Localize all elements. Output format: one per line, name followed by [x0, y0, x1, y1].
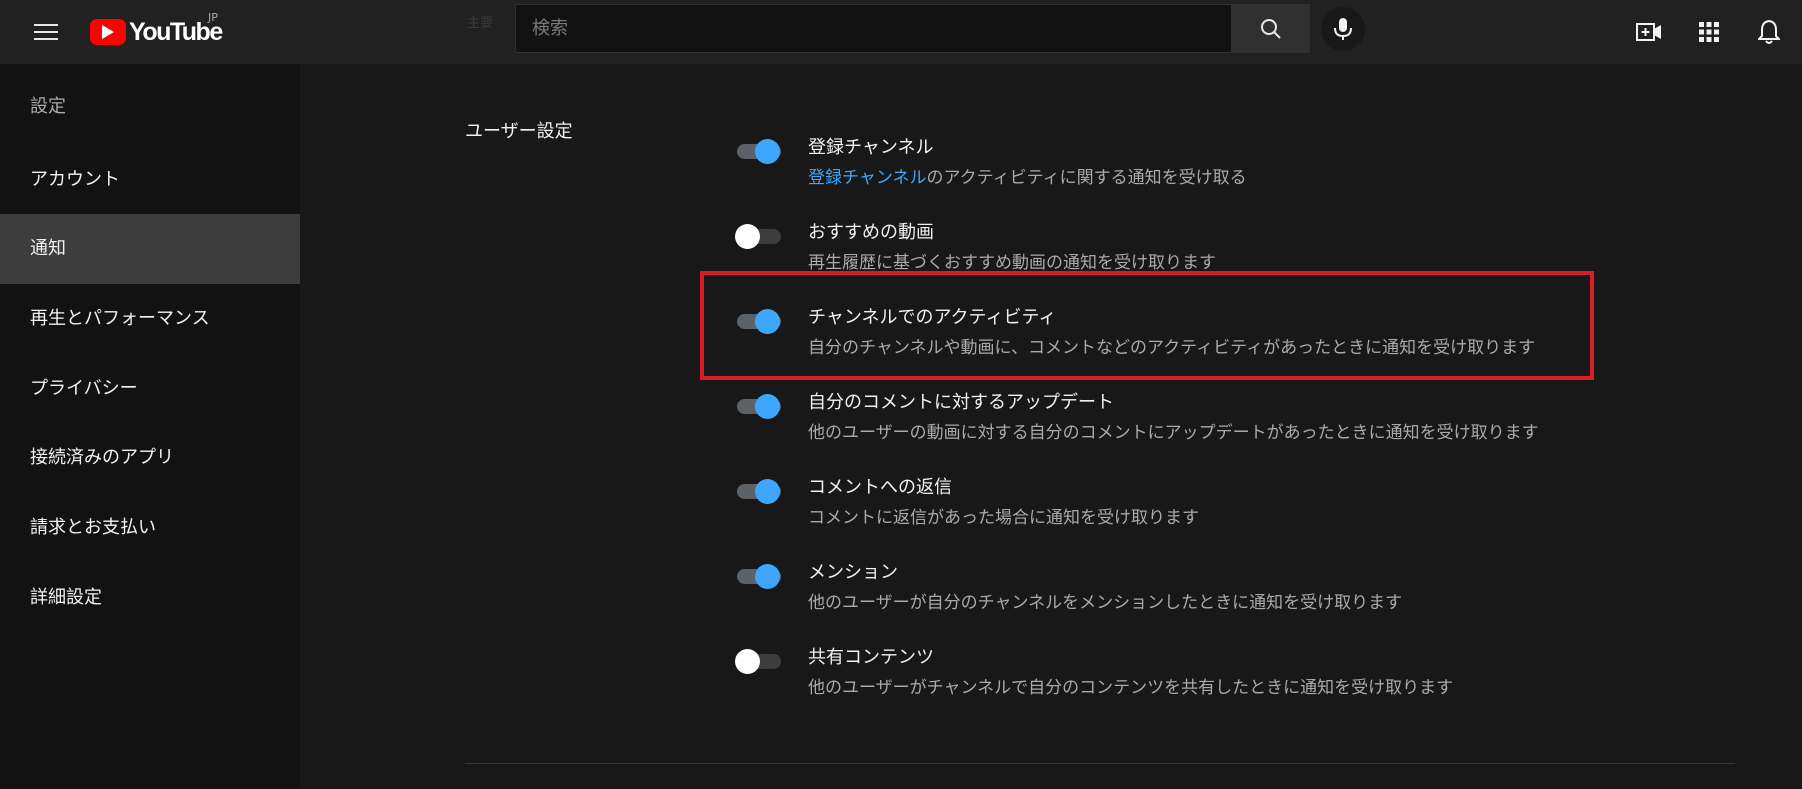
- toggle-shared-content[interactable]: [735, 649, 781, 674]
- mic-icon: [1334, 18, 1352, 40]
- setting-description: 自分のチャンネルや動画に、コメントなどのアクティビティがあったときに通知を受け取…: [808, 338, 1536, 358]
- toggle-channel-activity[interactable]: [735, 309, 781, 334]
- sidebar-item-privacy[interactable]: プライバシー: [0, 354, 300, 424]
- setting-title: コメントへの返信: [808, 477, 952, 498]
- setting-channel-activity: チャンネルでのアクティビティ 自分のチャンネルや動画に、コメントなどのアクティビ…: [735, 303, 1595, 373]
- toggle-knob: [755, 139, 780, 164]
- youtube-play-icon: [90, 19, 126, 45]
- toggle-knob: [755, 564, 780, 589]
- setting-recommended-videos: おすすめの動画 再生履歴に基づくおすすめ動画の通知を受け取ります: [735, 218, 1595, 288]
- toggle-comment-updates[interactable]: [735, 394, 781, 419]
- search-input[interactable]: [515, 4, 1231, 53]
- sidebar-item-account[interactable]: アカウント: [0, 145, 300, 215]
- youtube-logo[interactable]: YouTube: [90, 15, 223, 49]
- apps-button[interactable]: [1691, 14, 1727, 50]
- bell-icon: [1758, 19, 1780, 44]
- create-video-icon: [1636, 23, 1661, 41]
- sidebar-title: 設定: [30, 96, 66, 117]
- notifications-button[interactable]: [1751, 14, 1787, 50]
- toggle-knob: [735, 649, 760, 674]
- search-icon: [1260, 18, 1281, 39]
- settings-sidebar: 設定 アカウント 通知 再生とパフォーマンス プライバシー 接続済みのアプリ 請…: [0, 64, 300, 789]
- section-divider: [465, 763, 1735, 764]
- setting-title: 共有コンテンツ: [808, 647, 934, 668]
- setting-mentions: メンション 他のユーザーが自分のチャンネルをメンションしたときに通知を受け取りま…: [735, 558, 1595, 628]
- ghost-title: 主要: [467, 16, 494, 31]
- subscriptions-link[interactable]: 登録チャンネル: [808, 168, 927, 188]
- toggle-knob: [755, 394, 780, 419]
- apps-grid-icon: [1699, 22, 1719, 42]
- setting-title: おすすめの動画: [808, 222, 934, 243]
- toggle-comment-replies[interactable]: [735, 479, 781, 504]
- setting-description: 他のユーザーが自分のチャンネルをメンションしたときに通知を受け取ります: [808, 593, 1403, 613]
- setting-title: 登録チャンネル: [808, 137, 934, 158]
- setting-description: コメントに返信があった場合に通知を受け取ります: [808, 508, 1199, 528]
- setting-comment-replies: コメントへの返信 コメントに返信があった場合に通知を受け取ります: [735, 473, 1595, 543]
- toggle-mentions[interactable]: [735, 564, 781, 589]
- menu-icon[interactable]: [28, 14, 64, 50]
- toggle-knob: [735, 224, 760, 249]
- sidebar-item-billing[interactable]: 請求とお支払い: [0, 493, 300, 563]
- setting-description: 登録チャンネルのアクティビティに関する通知を受け取る: [808, 163, 1247, 188]
- sidebar-item-advanced[interactable]: 詳細設定: [0, 563, 300, 633]
- setting-description: 他のユーザーの動画に対する自分のコメントにアップデートがあったときに通知を受け取…: [808, 423, 1539, 443]
- sidebar-item-notifications[interactable]: 通知: [0, 214, 300, 284]
- top-bar: YouTube JP 主要: [0, 0, 1802, 64]
- mic-button[interactable]: [1321, 7, 1365, 51]
- sidebar-item-playback[interactable]: 再生とパフォーマンス: [0, 284, 300, 354]
- setting-description: 再生履歴に基づくおすすめ動画の通知を受け取ります: [808, 253, 1216, 273]
- sidebar-item-connected-apps[interactable]: 接続済みのアプリ: [0, 423, 300, 493]
- logo-country-code: JP: [208, 11, 218, 24]
- setting-title: メンション: [808, 562, 898, 583]
- setting-shared-content: 共有コンテンツ 他のユーザーがチャンネルで自分のコンテンツを共有したときに通知を…: [735, 643, 1595, 713]
- section-label-user-settings: ユーザー設定: [465, 121, 573, 142]
- setting-title: チャンネルでのアクティビティ: [808, 307, 1057, 328]
- create-video-button[interactable]: [1631, 14, 1667, 50]
- setting-title: 自分のコメントに対するアップデート: [808, 392, 1114, 413]
- setting-description-text: のアクティビティに関する通知を受け取る: [926, 168, 1247, 188]
- setting-description: 他のユーザーがチャンネルで自分のコンテンツを共有したときに通知を受け取ります: [808, 678, 1454, 698]
- toggle-knob: [755, 479, 780, 504]
- toggle-knob: [755, 309, 780, 334]
- setting-comment-updates: 自分のコメントに対するアップデート 他のユーザーの動画に対する自分のコメントにア…: [735, 388, 1595, 458]
- search-button[interactable]: [1231, 4, 1310, 53]
- toggle-recommended-videos[interactable]: [735, 224, 781, 249]
- setting-subscriptions: 登録チャンネル 登録チャンネルのアクティビティに関する通知を受け取る: [735, 133, 1595, 203]
- toggle-subscriptions[interactable]: [735, 139, 781, 164]
